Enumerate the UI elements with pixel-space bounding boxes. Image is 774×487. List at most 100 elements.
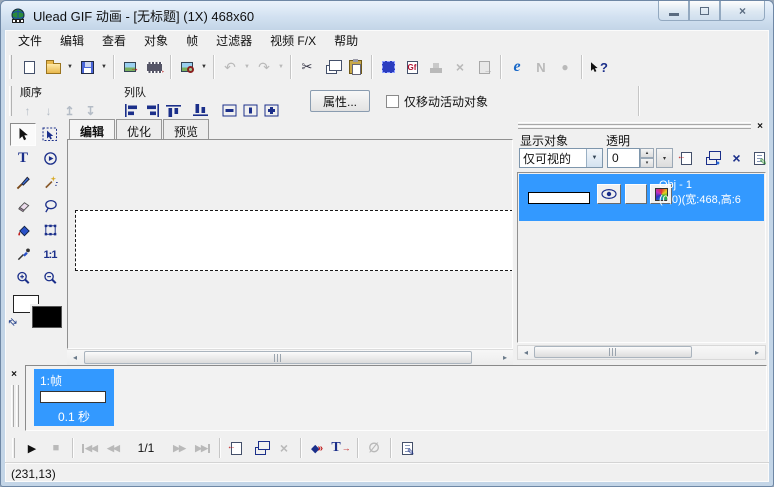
spin-up-button[interactable]: ▴	[640, 148, 654, 158]
optimize-wizard-button[interactable]	[175, 55, 199, 79]
frame-panel-close-button[interactable]: ×	[8, 368, 20, 380]
scroll-right-arrow[interactable]: ▸	[497, 350, 513, 365]
menu-object[interactable]: 对象	[135, 29, 177, 52]
swap-colors-icon[interactable]: ⇄	[5, 316, 19, 330]
copy-button[interactable]	[319, 55, 343, 79]
add-image-button[interactable]: →	[118, 55, 142, 79]
open-button[interactable]	[41, 55, 65, 79]
frame-panel-drag-handle[interactable]	[16, 385, 19, 427]
restore-button[interactable]	[689, 1, 720, 21]
redo-button[interactable]: ↷	[252, 55, 276, 79]
object-blank-button[interactable]	[625, 184, 647, 204]
add-banner-text-button[interactable]: T→	[329, 437, 353, 459]
menu-video-fx[interactable]: 视频 F/X	[261, 29, 325, 52]
zoom-in-tool[interactable]	[10, 267, 36, 290]
move-to-top-button[interactable]: ↥	[59, 101, 80, 120]
center-both-button[interactable]	[261, 101, 282, 120]
preview-in-netscape-button[interactable]: N	[529, 55, 553, 79]
ellipse-tool[interactable]	[37, 147, 63, 170]
canvas-hscrollbar[interactable]: ◂ ▸	[67, 349, 513, 365]
properties-button[interactable]: 属性...	[310, 90, 370, 112]
align-right-button[interactable]	[142, 101, 163, 120]
save-dropdown[interactable]: ▼	[99, 64, 109, 70]
stop-button[interactable]: ■	[44, 437, 68, 459]
canvas-viewport[interactable]	[67, 139, 513, 349]
last-frame-button[interactable]: ▶▶	[191, 437, 215, 459]
add-frame-button[interactable]: →	[224, 437, 248, 459]
menu-edit[interactable]: 编辑	[51, 29, 93, 52]
pick-tool[interactable]	[10, 123, 36, 146]
scroll-right-arrow[interactable]: ▸	[749, 345, 765, 360]
transform-tool[interactable]	[37, 123, 63, 146]
toolbar-grip[interactable]	[9, 55, 12, 79]
align-top-button[interactable]	[163, 101, 184, 120]
menu-file[interactable]: 文件	[9, 29, 51, 52]
add-object-button[interactable]: →	[675, 148, 698, 168]
marquee-select-tool[interactable]	[37, 219, 63, 242]
menu-view[interactable]: 查看	[93, 29, 135, 52]
object-panel-close-button[interactable]: ×	[754, 120, 766, 132]
preview-in-ie-button[interactable]: e	[505, 55, 529, 79]
magic-wand-tool[interactable]	[37, 171, 63, 194]
panel-drag-handle[interactable]	[518, 121, 751, 130]
trim-canvas-button[interactable]	[376, 55, 400, 79]
transparency-slider-button[interactable]: ▾	[656, 148, 673, 168]
canvas[interactable]	[75, 210, 513, 271]
scroll-left-arrow[interactable]: ◂	[518, 345, 534, 360]
save-button[interactable]	[75, 55, 99, 79]
object-row-selected[interactable]: Obj - 1 (0,0)(宽:468,高:6	[519, 174, 764, 221]
actual-size-tool[interactable]: 1:1	[37, 243, 63, 266]
gif-optimizer-button[interactable]: Gf	[400, 55, 424, 79]
duplicate-object-button[interactable]: ●	[700, 148, 723, 168]
text-tool[interactable]: T	[10, 147, 36, 170]
play-button[interactable]: ▶	[20, 437, 44, 459]
fill-bucket-tool[interactable]	[10, 219, 36, 242]
export-button[interactable]: →	[472, 55, 496, 79]
object-properties-button[interactable]: ✎	[748, 148, 771, 168]
stamp-button[interactable]	[424, 55, 448, 79]
new-button[interactable]	[17, 55, 41, 79]
align-left-button[interactable]	[121, 101, 142, 120]
tab-optimize[interactable]: 优化	[116, 119, 162, 139]
scroll-thumb[interactable]	[534, 346, 692, 358]
undo-dropdown[interactable]: ▼	[242, 64, 252, 70]
visibility-filter-dropdown[interactable]: 仅可视的 ▼	[519, 148, 603, 168]
eyedropper-tool[interactable]	[10, 243, 36, 266]
move-down-button[interactable]: ↓	[38, 101, 59, 120]
paintbrush-tool[interactable]	[10, 171, 36, 194]
frame-item-selected[interactable]: 1:帧 0.1 秒	[34, 369, 114, 426]
align-bottom-button[interactable]	[190, 101, 211, 120]
context-help-button[interactable]: ?	[586, 55, 610, 79]
toolbar-grip[interactable]	[9, 86, 12, 116]
open-dropdown[interactable]: ▼	[65, 64, 75, 70]
delete-object-button[interactable]: ×	[725, 148, 748, 168]
close-button[interactable]: ×	[720, 1, 765, 21]
tab-edit[interactable]: 编辑	[69, 119, 115, 139]
next-frame-button[interactable]: ▶▶	[167, 437, 191, 459]
split-button[interactable]: ×	[448, 55, 472, 79]
add-video-button[interactable]: →	[142, 55, 166, 79]
move-active-checkbox[interactable]	[386, 95, 399, 108]
minimize-button[interactable]	[658, 1, 689, 21]
remove-transition-button[interactable]: ∅	[362, 437, 386, 459]
tab-preview[interactable]: 预览	[163, 119, 209, 139]
previous-frame-button[interactable]: ◀◀	[101, 437, 125, 459]
move-up-button[interactable]: ↑	[17, 101, 38, 120]
scroll-thumb[interactable]	[84, 351, 472, 364]
zoom-out-tool[interactable]	[37, 267, 63, 290]
spin-down-button[interactable]: ▾	[640, 158, 654, 168]
delete-frame-button[interactable]: ×	[272, 437, 296, 459]
preview-other-button[interactable]: ●	[553, 55, 577, 79]
object-list[interactable]: Obj - 1 (0,0)(宽:468,高:6	[517, 172, 766, 343]
menu-frame[interactable]: 帧	[177, 29, 207, 52]
menu-filters[interactable]: 过滤器	[207, 29, 261, 52]
cut-button[interactable]: ✂	[295, 55, 319, 79]
frame-panel-drag-handle[interactable]	[11, 385, 14, 427]
dropdown-arrow-icon[interactable]: ▼	[586, 149, 602, 167]
center-vertical-button[interactable]	[219, 101, 240, 120]
toolbar-grip[interactable]	[12, 438, 15, 458]
redo-dropdown[interactable]: ▼	[276, 64, 286, 70]
object-visibility-button[interactable]	[597, 184, 621, 204]
center-horizontal-button[interactable]	[240, 101, 261, 120]
frame-strip[interactable]: 1:帧 0.1 秒	[25, 365, 767, 431]
